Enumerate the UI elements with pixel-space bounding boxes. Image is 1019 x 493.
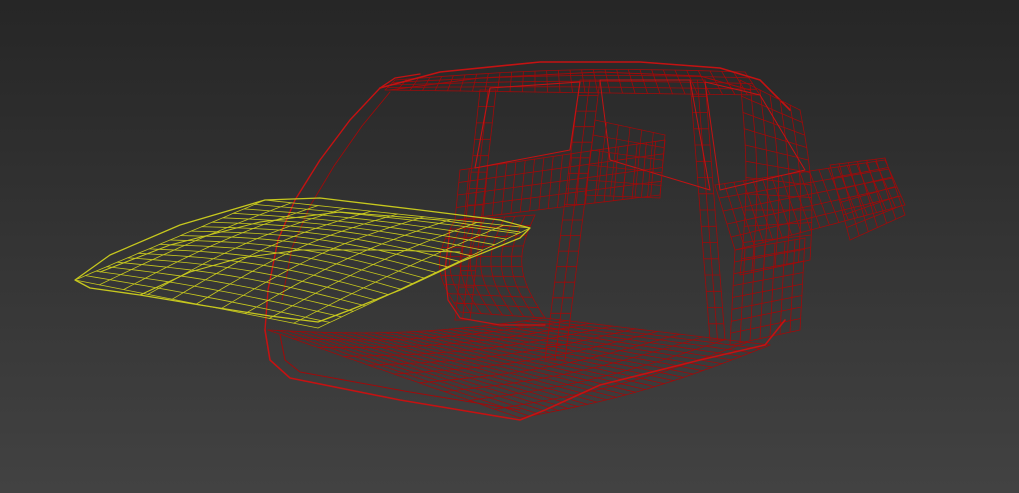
floor-mesh [267,317,771,419]
3d-viewport[interactable] [0,0,1019,493]
rear-door-belt-mesh-col [809,170,830,226]
roof-edge [379,61,791,111]
roof-mesh-col [522,71,524,93]
floor-mesh-col [491,324,723,365]
b-pillar-rear-mesh [544,79,601,361]
rear-door-lower-mesh [729,237,806,346]
wireframe-scene[interactable] [0,0,1019,493]
rear-door-belt-mesh-col [714,184,736,251]
floor-mesh-row [494,341,748,410]
hood-mesh-col [116,261,366,307]
front-door-inner-mesh-col [622,127,631,197]
hood-mesh-col [106,266,354,312]
hood-mesh-col [85,275,331,323]
roof-mesh-col [546,70,548,93]
c-pillar-mesh [689,79,726,341]
floor-mesh-col [278,330,530,417]
a-pillar [264,87,381,331]
front-door-inner-mesh-col [634,129,643,198]
rear-door-belt-mesh-col [827,167,849,221]
hood-wireframe-selected[interactable] [74,197,531,329]
front-door-inner-mesh-col [659,134,666,199]
floor-mesh-col [352,332,598,403]
hood-mesh-row [293,224,504,324]
hood-mesh-row [171,210,372,300]
hood-mesh-row [147,207,345,295]
rear-door-belt-mesh-col [724,183,745,248]
rear-quarter-mesh-col [739,79,747,276]
hood-mesh-col [253,203,519,235]
floor-mesh-col [299,331,550,413]
rear-door-belt-mesh-col [818,169,840,223]
floor-mesh-col [384,332,627,396]
b-pillar-rear-mesh-col [554,79,591,361]
car-body-wireframe[interactable] [264,61,906,421]
floor-mesh-col [544,317,771,346]
